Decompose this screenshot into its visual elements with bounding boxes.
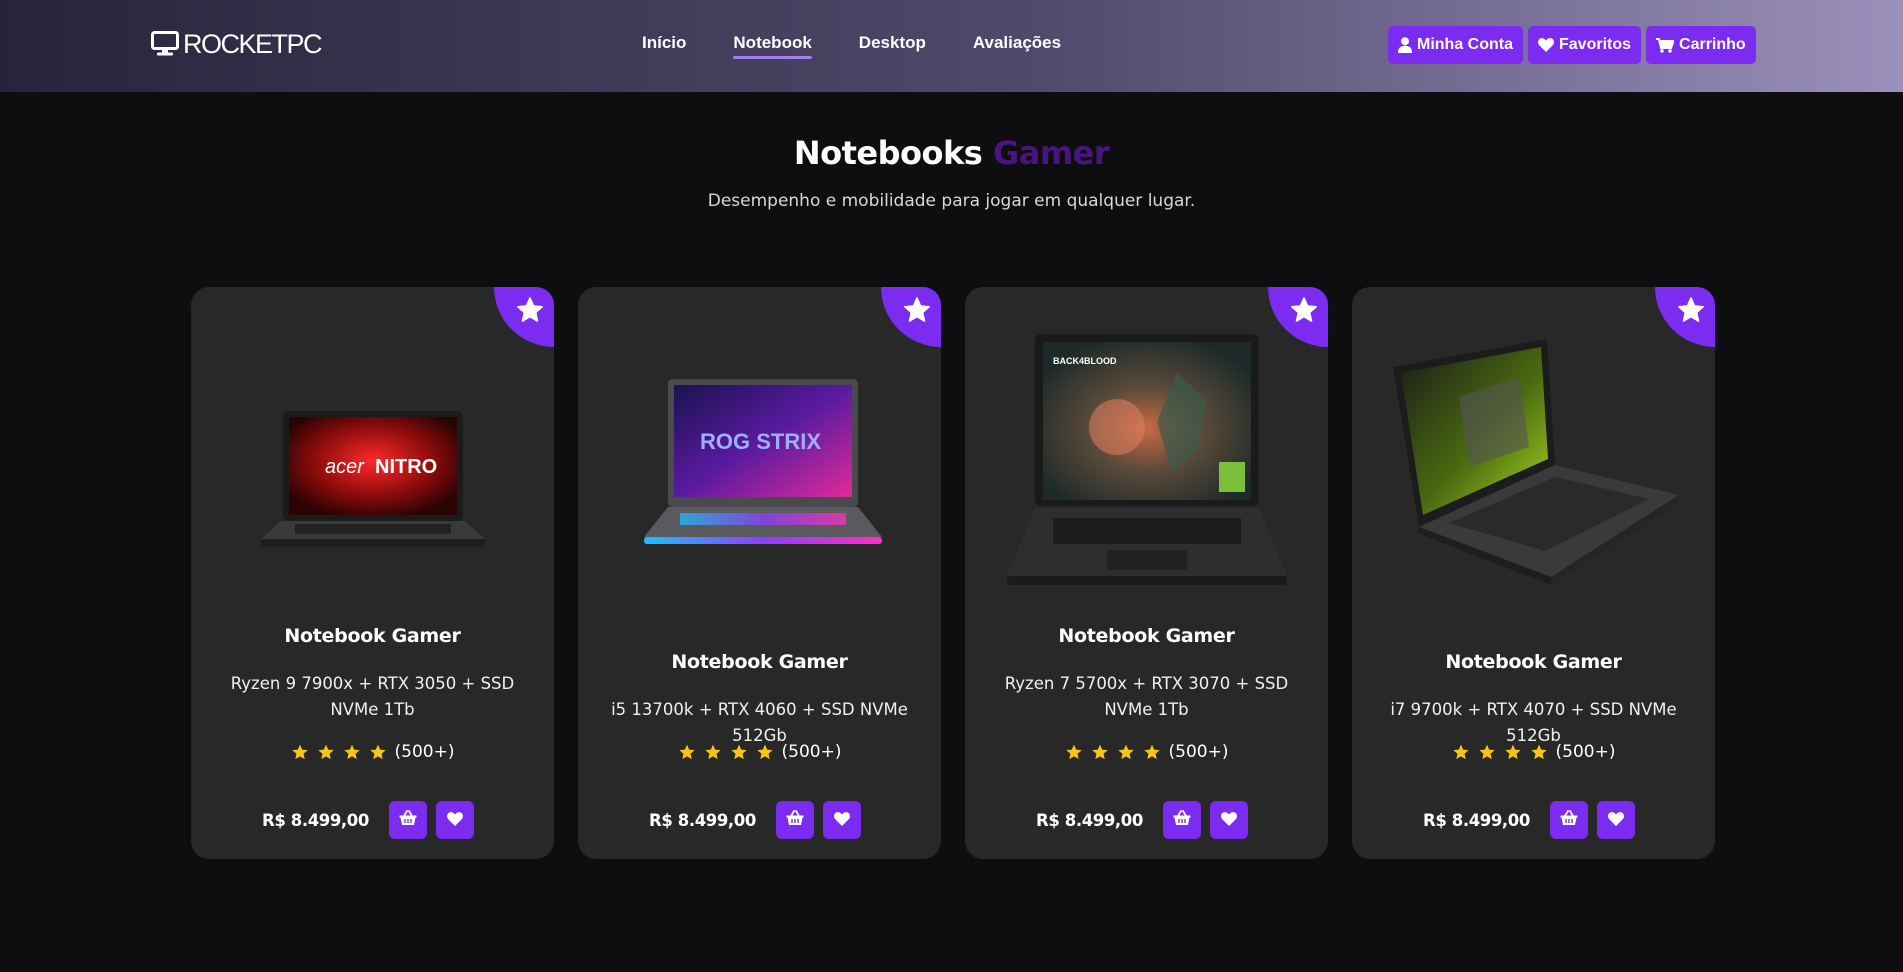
product-price: R$ 8.499,00 (262, 810, 369, 830)
product-rating: (500+) (578, 742, 941, 762)
star-icon (1117, 744, 1134, 759)
add-to-cart-button[interactable] (775, 801, 814, 839)
section-subtitle: Desempenho e mobilidade para jogar em qu… (707, 191, 1196, 211)
product-title[interactable]: Notebook Gamer (1352, 651, 1715, 673)
nav-item-inicio[interactable]: Início (642, 33, 686, 59)
favorite-button[interactable] (822, 801, 861, 839)
star-icon (730, 744, 747, 759)
site-header: ROCKETPC Início Notebook Desktop Avaliaç… (0, 0, 1903, 92)
cart-label: Carrinho (1679, 36, 1746, 53)
basket-icon (399, 810, 417, 830)
basket-icon (786, 810, 804, 830)
user-icon (1398, 37, 1412, 53)
cart-icon (1656, 37, 1675, 53)
star-icon (1452, 744, 1469, 759)
nav-item-desktop[interactable]: Desktop (859, 33, 926, 59)
product-footer: R$ 8.499,00 (1352, 801, 1715, 839)
product-card[interactable]: BACK4BLOOD Notebook Gamer Ryzen 7 5700x … (965, 287, 1328, 859)
product-card[interactable]: Notebook Gamer i7 9700k + RTX 4070 + SSD… (1352, 287, 1715, 859)
product-price: R$ 8.499,00 (1423, 810, 1530, 830)
product-image-game-laptop[interactable]: BACK4BLOOD (965, 317, 1328, 617)
star-icon (291, 744, 308, 759)
nav-item-notebook[interactable]: Notebook (733, 33, 813, 59)
section-title-main: Notebooks (793, 134, 983, 172)
account-button[interactable]: Minha Conta (1388, 26, 1523, 64)
section-title-accent: Gamer (992, 134, 1110, 172)
favorite-button[interactable] (435, 801, 474, 839)
rating-stars (1065, 744, 1161, 761)
rating-count: (500+) (394, 742, 455, 762)
heart-icon (834, 811, 850, 830)
heart-icon (447, 811, 463, 830)
favorites-label: Favoritos (1559, 36, 1632, 53)
heart-icon (1538, 38, 1554, 52)
add-to-cart-button[interactable] (1162, 801, 1201, 839)
product-image-acer-nitro[interactable]: acer NITRO (191, 317, 554, 617)
product-card[interactable]: ROG STRIX Notebook Gamer i5 13700k + RTX… (578, 287, 941, 859)
product-rating: (500+) (1352, 742, 1715, 762)
add-to-cart-button[interactable] (388, 801, 427, 839)
star-icon (704, 744, 721, 759)
star-icon (369, 744, 386, 759)
product-card[interactable]: acer NITRO Notebook Gamer Ryzen 9 7900x … (191, 287, 554, 859)
section-title: Notebooks Gamer (0, 134, 1903, 172)
rating-count: (500+) (781, 742, 842, 762)
product-rating: (500+) (965, 742, 1328, 762)
add-to-cart-button[interactable] (1549, 801, 1588, 839)
cart-button[interactable]: Carrinho (1646, 26, 1756, 64)
product-spec: Ryzen 7 5700x + RTX 3070 + SSD NVMe 1Tb (1004, 674, 1289, 719)
basket-icon (1560, 810, 1578, 830)
star-icon (1530, 744, 1547, 759)
product-image-rtx-laptop[interactable] (1352, 317, 1715, 617)
star-icon (1143, 744, 1160, 759)
rating-stars (291, 744, 387, 761)
svg-text:BACK4BLOOD: BACK4BLOOD (1053, 356, 1117, 366)
rating-count: (500+) (1555, 742, 1616, 762)
product-image-asus-rog[interactable]: ROG STRIX (578, 317, 941, 617)
monitor-icon (151, 31, 179, 57)
product-rating: (500+) (191, 742, 554, 762)
product-title[interactable]: Notebook Gamer (578, 651, 941, 673)
favorite-button[interactable] (1209, 801, 1248, 839)
product-title[interactable]: Notebook Gamer (191, 625, 554, 647)
star-icon (1504, 744, 1521, 759)
basket-icon (1173, 810, 1191, 830)
star-icon (1478, 744, 1495, 759)
star-icon (678, 744, 695, 759)
star-icon (1091, 744, 1108, 759)
product-footer: R$ 8.499,00 (965, 801, 1328, 839)
heart-icon (1608, 811, 1624, 830)
nav-item-avaliacoes[interactable]: Avaliações (973, 33, 1061, 59)
product-spec: Ryzen 9 7900x + RTX 3050 + SSD NVMe 1Tb (230, 674, 515, 719)
heart-icon (1221, 811, 1237, 830)
product-footer: R$ 8.499,00 (578, 801, 941, 839)
star-icon (343, 744, 360, 759)
svg-text:ROG STRIX: ROG STRIX (700, 429, 821, 454)
product-price: R$ 8.499,00 (649, 810, 756, 830)
star-icon (317, 744, 334, 759)
rating-count: (500+) (1168, 742, 1229, 762)
brand-logo[interactable]: ROCKETPC (151, 28, 323, 59)
svg-text:acer: acer (325, 456, 365, 478)
account-label: Minha Conta (1417, 36, 1513, 53)
star-icon (1065, 744, 1082, 759)
main-nav: Início Notebook Desktop Avaliações (642, 33, 1108, 59)
rating-stars (1452, 744, 1548, 761)
product-title[interactable]: Notebook Gamer (965, 625, 1328, 647)
svg-text:NITRO: NITRO (375, 456, 437, 478)
brand-name: ROCKETPC (183, 28, 323, 59)
product-footer: R$ 8.499,00 (191, 801, 554, 839)
favorite-button[interactable] (1596, 801, 1635, 839)
rating-stars (678, 744, 774, 761)
header-actions: Minha Conta Favoritos Carrinho (1388, 26, 1756, 64)
favorites-button[interactable]: Favoritos (1528, 26, 1642, 64)
star-icon (756, 744, 773, 759)
product-price: R$ 8.499,00 (1036, 810, 1143, 830)
